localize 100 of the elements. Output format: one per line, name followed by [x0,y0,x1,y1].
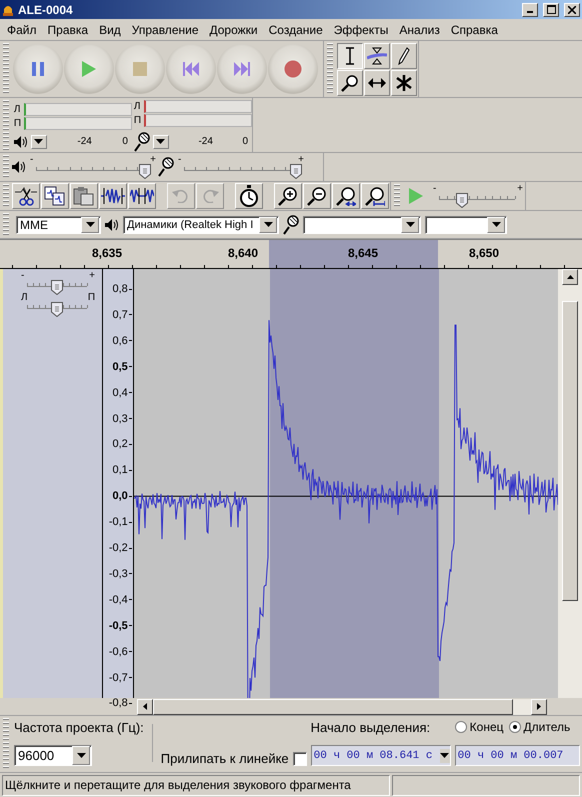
copy-icon [44,186,66,206]
menu-item[interactable]: Справка [446,22,504,36]
slider-thumb[interactable] [51,280,63,295]
scroll-right-button[interactable] [531,698,547,714]
zoom-tool-button[interactable] [337,70,363,96]
toolbar-grip[interactable] [3,718,9,770]
amplitude-label: 0,0 [112,490,132,502]
maximize-button[interactable] [543,2,559,16]
minus-label: Л [21,293,28,302]
slider-thumb[interactable] [456,192,468,208]
caret-icon [34,139,44,144]
record-button[interactable] [268,44,318,94]
scroll-up-button[interactable] [562,269,578,285]
amplitude-label: 0,2 [112,438,132,450]
timeshift-tool-button[interactable] [364,70,390,96]
asterisk-icon [396,74,412,92]
project-rate-dropdown[interactable]: 96000 [14,745,92,766]
menu-item[interactable]: Дорожки [204,22,264,36]
slider-thumb[interactable] [290,164,302,178]
toolbar-grip[interactable] [3,184,9,208]
amplitude-label: -0,8 [108,697,132,710]
menu-item[interactable]: Правка [42,22,94,36]
skip-end-button[interactable] [217,44,267,94]
meter-scale-label: -24 [198,136,213,147]
snap-checkbox[interactable] [292,752,307,766]
magnifier-icon [341,74,359,92]
selection-start-field[interactable]: 00 ч 00 м 08.641 с [310,745,451,766]
zoom-out-button[interactable] [303,183,331,209]
channel-label: П [14,118,22,129]
envelope-tool-button[interactable] [364,42,390,68]
skip-start-icon [183,62,199,76]
minimize-button[interactable] [522,2,538,16]
slider-thumb[interactable] [51,302,63,317]
amplitude-label: 0,1 [112,464,132,476]
toolbar-grip[interactable] [3,43,9,95]
select-tool-button[interactable] [337,42,363,68]
left-arrow-icon [143,703,147,710]
menu-item[interactable]: Создание [264,22,329,36]
pause-button[interactable] [13,44,63,94]
fit-selection-button[interactable] [332,183,360,209]
radio-button[interactable] [454,721,467,733]
skip-start-button[interactable] [166,44,216,94]
toolbar-grip[interactable] [327,43,333,95]
channel-label: Л [14,104,22,115]
toolbar-grip[interactable] [3,100,9,150]
meter-menu-button[interactable] [30,134,47,148]
menu-item[interactable]: Эффекты [328,22,394,36]
trim-button[interactable] [12,183,40,209]
menu-item[interactable]: Анализ [394,22,446,36]
sync-button[interactable] [235,183,263,209]
output-device-dropdown[interactable]: Динамики (Realtek High I [123,216,279,234]
ruler-label: 8,650 [468,246,500,260]
fit-project-button[interactable] [361,183,389,209]
microphone-icon [134,132,150,152]
channel-label: Л [134,101,142,112]
ruler-label: 8,640 [228,246,258,260]
menu-item[interactable]: Файл [2,22,43,36]
end-mode-label: Конец [470,720,504,734]
close-button[interactable] [564,2,580,16]
slider-thumb[interactable] [138,164,151,178]
scroll-left-button[interactable] [137,698,153,714]
silence-button[interactable] [41,183,69,209]
minimize-icon [527,11,533,13]
plus-label: + [89,271,95,280]
meter-menu-button[interactable] [152,134,169,148]
zoom-in-button[interactable] [274,183,302,209]
caret-icon [440,753,450,758]
microphone-icon [283,214,299,234]
radio-button[interactable] [508,721,520,733]
toolbar-grip[interactable] [3,213,9,236]
plus-label: + [298,154,304,164]
zoom-out-icon [307,186,327,206]
play-icon [408,187,424,205]
caret-icon [156,139,166,144]
scroll-thumb[interactable] [562,301,578,601]
speaker-icon [14,136,28,148]
draw-tool-button[interactable] [391,42,417,68]
pencil-icon [398,46,410,64]
end-mode-label: Длитель [524,720,570,734]
host-dropdown[interactable]: MME [16,216,101,234]
input-device-dropdown[interactable] [303,216,421,234]
scroll-thumb[interactable] [153,698,513,714]
amplitude-label: -0,1 [108,516,132,528]
amplitude-label: -0,3 [108,568,132,580]
multi-tool-button[interactable] [391,70,417,96]
channels-dropdown[interactable] [425,216,507,234]
caret-icon [406,222,414,227]
selection-end-field[interactable]: 00 ч 00 м 00.007 [454,745,580,766]
menu-item[interactable]: Управление [126,22,204,36]
menu-item[interactable]: Вид [94,22,127,36]
amplitude-label: 0,4 [112,386,132,399]
toolbar-grip[interactable] [3,155,9,179]
record-icon [284,60,302,78]
silence-audio-button[interactable] [128,183,156,209]
time-ruler[interactable]: 8,635 8,640 8,645 8,650 [0,239,582,269]
skip-end-icon [234,62,250,76]
trim-audio-button[interactable] [99,183,127,209]
amplitude-label: -0,6 [108,646,132,658]
toolbar-grip[interactable] [394,184,400,208]
paste-button[interactable] [70,183,98,209]
